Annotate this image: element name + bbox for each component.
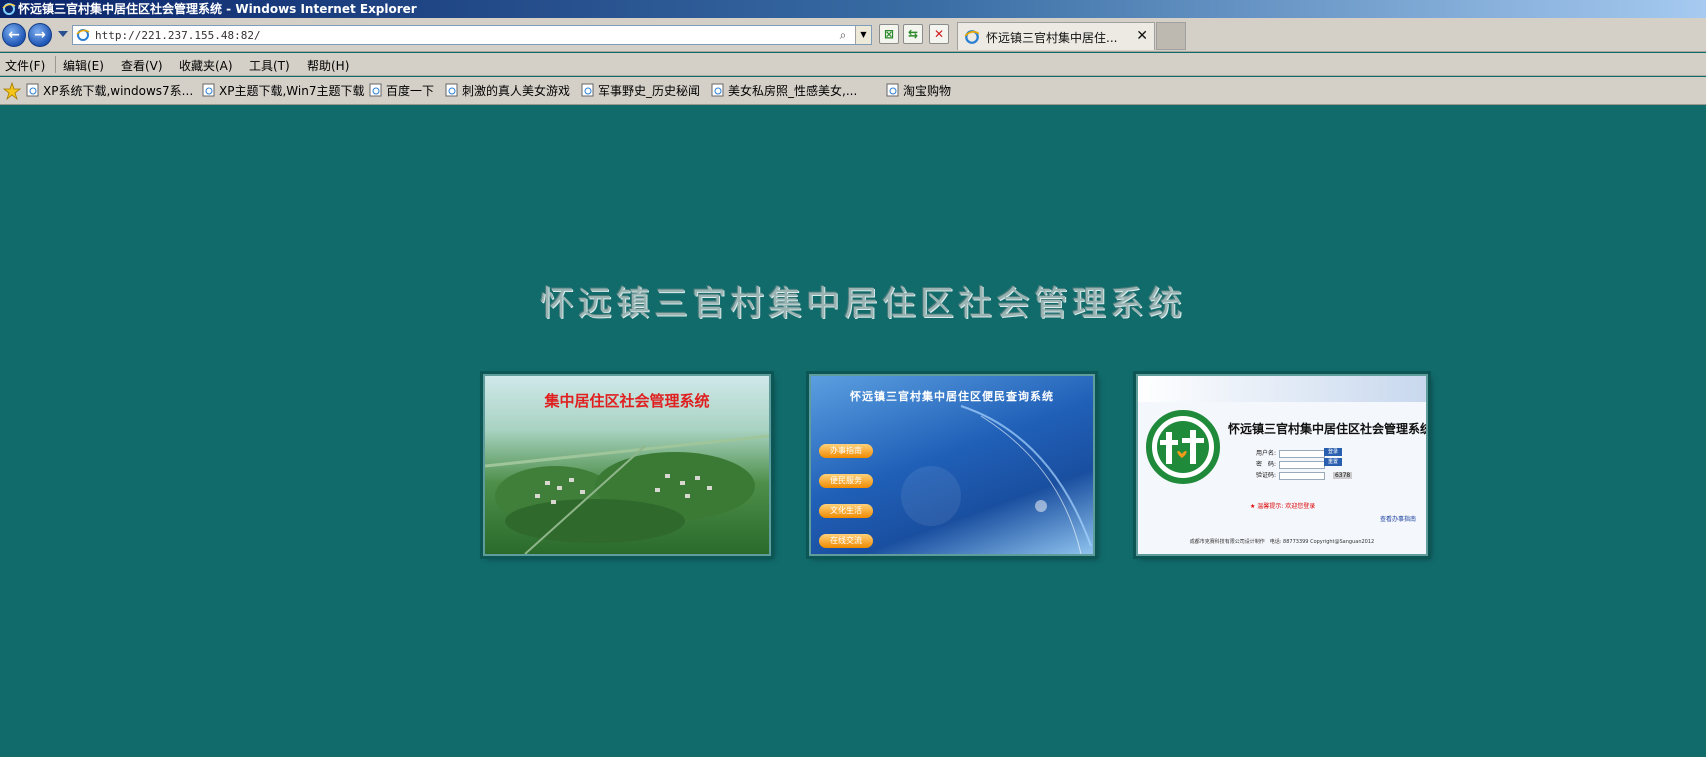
ie-page-icon — [581, 83, 594, 97]
reset-button[interactable]: 重置 — [1324, 458, 1342, 466]
favorite-link[interactable]: 淘宝购物 — [886, 82, 951, 100]
favorite-link[interactable]: XP系统下载,windows7系... — [26, 82, 193, 100]
menu-help[interactable]: 帮助(H) — [307, 57, 349, 74]
captcha-row: 验证码: 6378 — [1256, 471, 1353, 480]
captcha-input[interactable] — [1279, 471, 1326, 480]
copyright-text: 成都市克赛科技有限公司设计制作 电话: 88773399 Copyright@S… — [1189, 539, 1375, 545]
system-card-query[interactable]: 怀远镇三官村集中居住区便民查询系统 办事指南 便民服务 文化生活 在线交流 — [809, 374, 1095, 556]
guide-link[interactable]: 查看办事指南 — [1380, 514, 1416, 523]
service-button[interactable]: 便民服务 — [819, 474, 873, 488]
menu-view[interactable]: 查看(V) — [121, 57, 163, 74]
captcha-code: 6378 — [1332, 472, 1353, 479]
tab-close-icon[interactable]: ✕ — [1136, 28, 1148, 44]
forward-button[interactable]: → — [28, 23, 52, 47]
system-card-login[interactable]: 怀远镇三官村集中居住区社会管理系统 用户名: 密 码: 验证码: 6378 登录… — [1136, 374, 1428, 556]
compatibility-view-icon[interactable]: ⊠ — [879, 24, 899, 44]
search-icon[interactable]: ⌕ — [835, 27, 851, 43]
username-row: 用户名: — [1256, 448, 1326, 458]
window-title-bar: 怀远镇三官村集中居住区社会管理系统 - Windows Internet Exp… — [0, 0, 1706, 18]
welcome-tip: ★ 温馨提示: 欢迎您登录 — [1250, 503, 1316, 510]
history-dropdown-icon[interactable] — [58, 31, 68, 37]
favorite-link[interactable]: 刺激的真人美女游戏 — [445, 82, 570, 100]
favorite-link[interactable]: 百度一下 — [369, 82, 434, 100]
password-input[interactable] — [1279, 460, 1326, 469]
favorite-link[interactable]: 美女私房照_性感美女,... — [711, 82, 857, 100]
browser-tab[interactable]: 怀远镇三官村集中居住... ✕ — [957, 22, 1155, 50]
ie-page-icon — [26, 83, 39, 97]
new-tab-button[interactable] — [1156, 22, 1186, 50]
address-input[interactable] — [95, 27, 785, 43]
ie-page-icon — [445, 83, 458, 97]
address-bar[interactable]: ⌕ ▼ — [72, 25, 872, 45]
menu-separator — [55, 56, 56, 73]
ie-logo-icon — [2, 3, 16, 15]
login-button[interactable]: 登录 — [1324, 448, 1342, 456]
favorites-bar: XP系统下载,windows7系... XP主题下载,Win7主题下载 百度一下… — [0, 77, 1706, 105]
ie-page-icon — [76, 29, 90, 41]
page-title: 怀远镇三官村集中居住区社会管理系统 — [540, 284, 1186, 324]
card-header-band — [1138, 376, 1426, 402]
culture-button[interactable]: 文化生活 — [819, 504, 873, 518]
chat-button[interactable]: 在线交流 — [819, 534, 873, 548]
address-dropdown-icon[interactable]: ▼ — [855, 26, 871, 44]
navigation-toolbar: ← → ⌕ ▼ ⊠ ⇆ ✕ 怀远镇三官村集中居住... ✕ — [0, 18, 1706, 52]
guide-button[interactable]: 办事指南 — [819, 444, 873, 458]
stop-icon[interactable]: ✕ — [929, 24, 949, 44]
ie-tab-icon — [964, 30, 980, 44]
menu-bar: 文件(F) 编辑(E) 查看(V) 收藏夹(A) 工具(T) 帮助(H) — [0, 53, 1706, 76]
menu-tools[interactable]: 工具(T) — [249, 57, 290, 74]
favorites-star-icon[interactable] — [3, 82, 21, 100]
back-button[interactable]: ← — [2, 23, 26, 47]
ie-page-icon — [369, 83, 382, 97]
village-logo-icon — [1146, 410, 1220, 484]
ie-page-icon — [711, 83, 724, 97]
card-title: 集中居住区社会管理系统 — [544, 392, 710, 410]
menu-edit[interactable]: 编辑(E) — [63, 57, 104, 74]
ie-page-icon — [886, 83, 899, 97]
menu-favorites[interactable]: 收藏夹(A) — [179, 57, 233, 74]
tab-label: 怀远镇三官村集中居住... — [986, 31, 1118, 45]
window-title: 怀远镇三官村集中居住区社会管理系统 - Windows Internet Exp… — [18, 2, 417, 16]
login-system-name: 怀远镇三官村集中居住区社会管理系统 — [1228, 422, 1428, 436]
username-input[interactable] — [1279, 449, 1326, 458]
decorative-swirl-image — [901, 405, 1092, 554]
aerial-village-image — [485, 434, 769, 554]
menu-file[interactable]: 文件(F) — [5, 57, 45, 74]
password-row: 密 码: — [1256, 459, 1326, 469]
favorite-link[interactable]: XP主题下载,Win7主题下载 — [202, 82, 364, 100]
favorite-link[interactable]: 军事野史_历史秘闻 — [581, 82, 700, 100]
page-content: 怀远镇三官村集中居住区社会管理系统 集中居住区社会管理系统 怀远镇三官村集中居住… — [0, 106, 1706, 757]
ie-page-icon — [202, 83, 215, 97]
system-card-management[interactable]: 集中居住区社会管理系统 — [483, 374, 771, 556]
refresh-icon[interactable]: ⇆ — [903, 24, 923, 44]
